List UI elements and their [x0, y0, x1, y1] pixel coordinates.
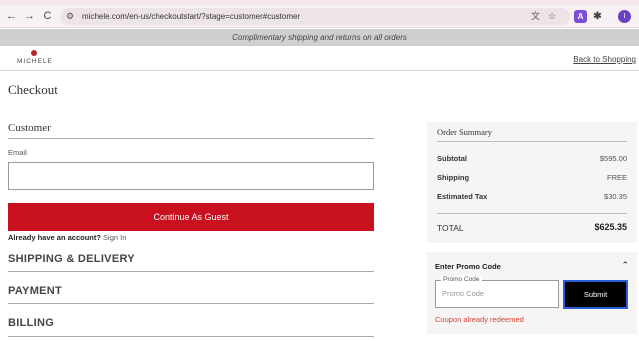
back-to-shopping-link[interactable]: Back to Shopping [573, 55, 636, 64]
sign-in-prompt: Already have an account? Sign In [8, 233, 126, 242]
tax-label: Estimated Tax [437, 192, 488, 201]
promo-error-message: Coupon already redeemed [435, 315, 524, 324]
submit-promo-button[interactable]: Submit [563, 280, 628, 309]
michele-logo[interactable]: MICHELE [17, 50, 53, 68]
logo-mark-icon [31, 50, 37, 56]
promo-banner: Complimentary shipping and returns on al… [0, 29, 639, 46]
reload-icon[interactable]: C [40, 9, 55, 24]
email-label: Email [8, 148, 27, 157]
bookmark-star-icon[interactable]: ☆ [548, 10, 556, 23]
translate-icon[interactable]: 文 [531, 10, 540, 23]
order-summary-title: Order Summary [437, 127, 493, 137]
customer-divider [8, 138, 374, 139]
total-label: TOTAL [437, 223, 464, 233]
subtotal-label: Subtotal [437, 154, 467, 163]
sign-in-link[interactable]: Sign In [103, 233, 126, 242]
site-info-icon[interactable]: ⚙ [66, 10, 74, 23]
billing-step[interactable]: BILLING [8, 317, 54, 329]
account-question: Already have an account? [8, 233, 101, 242]
tax-value: $30.35 [604, 192, 627, 201]
shipping-divider [8, 271, 374, 272]
order-summary-panel: Order Summary Subtotal $595.00 Shipping … [427, 122, 637, 243]
header-divider [0, 70, 639, 71]
promo-code-input[interactable] [442, 289, 552, 298]
shipping-value: FREE [606, 173, 627, 182]
email-field[interactable] [8, 162, 374, 190]
summary-top-divider [437, 141, 627, 142]
payment-divider [8, 303, 374, 304]
extension-a-icon[interactable]: A [574, 10, 587, 23]
promo-code-panel: Enter Promo Code ⌃ Promo Code Submit Cou… [427, 252, 637, 334]
shipping-label: Shipping [437, 173, 470, 182]
profile-avatar[interactable]: I [618, 10, 631, 23]
address-bar[interactable]: ⚙ michele.com/en-us/checkoutstart/?stage… [60, 8, 570, 25]
continue-as-guest-button[interactable]: Continue As Guest [8, 203, 374, 231]
page-title: Checkout [8, 82, 58, 97]
back-arrow-icon[interactable]: ← [4, 9, 19, 24]
extensions-puzzle-icon[interactable]: ✱ [591, 10, 604, 23]
forward-arrow-icon[interactable]: → [22, 9, 37, 24]
shipping-delivery-step[interactable]: SHIPPING & DELIVERY [8, 253, 135, 265]
promo-code-title[interactable]: Enter Promo Code [435, 262, 501, 271]
customer-section-title: Customer [8, 122, 51, 134]
payment-step[interactable]: PAYMENT [8, 285, 62, 297]
promo-code-field[interactable]: Promo Code [435, 276, 559, 308]
chevron-up-icon[interactable]: ⌃ [621, 260, 629, 271]
logo-text: MICHELE [17, 58, 53, 65]
billing-divider [8, 336, 374, 337]
promo-code-legend: Promo Code [441, 276, 482, 284]
browser-toolbar: ← → C ⚙ michele.com/en-us/checkoutstart/… [0, 5, 639, 28]
url-text: michele.com/en-us/checkoutstart/?stage=c… [82, 12, 301, 21]
total-value: $625.35 [594, 222, 627, 232]
subtotal-value: $595.00 [599, 154, 627, 163]
summary-total-divider [437, 213, 627, 214]
